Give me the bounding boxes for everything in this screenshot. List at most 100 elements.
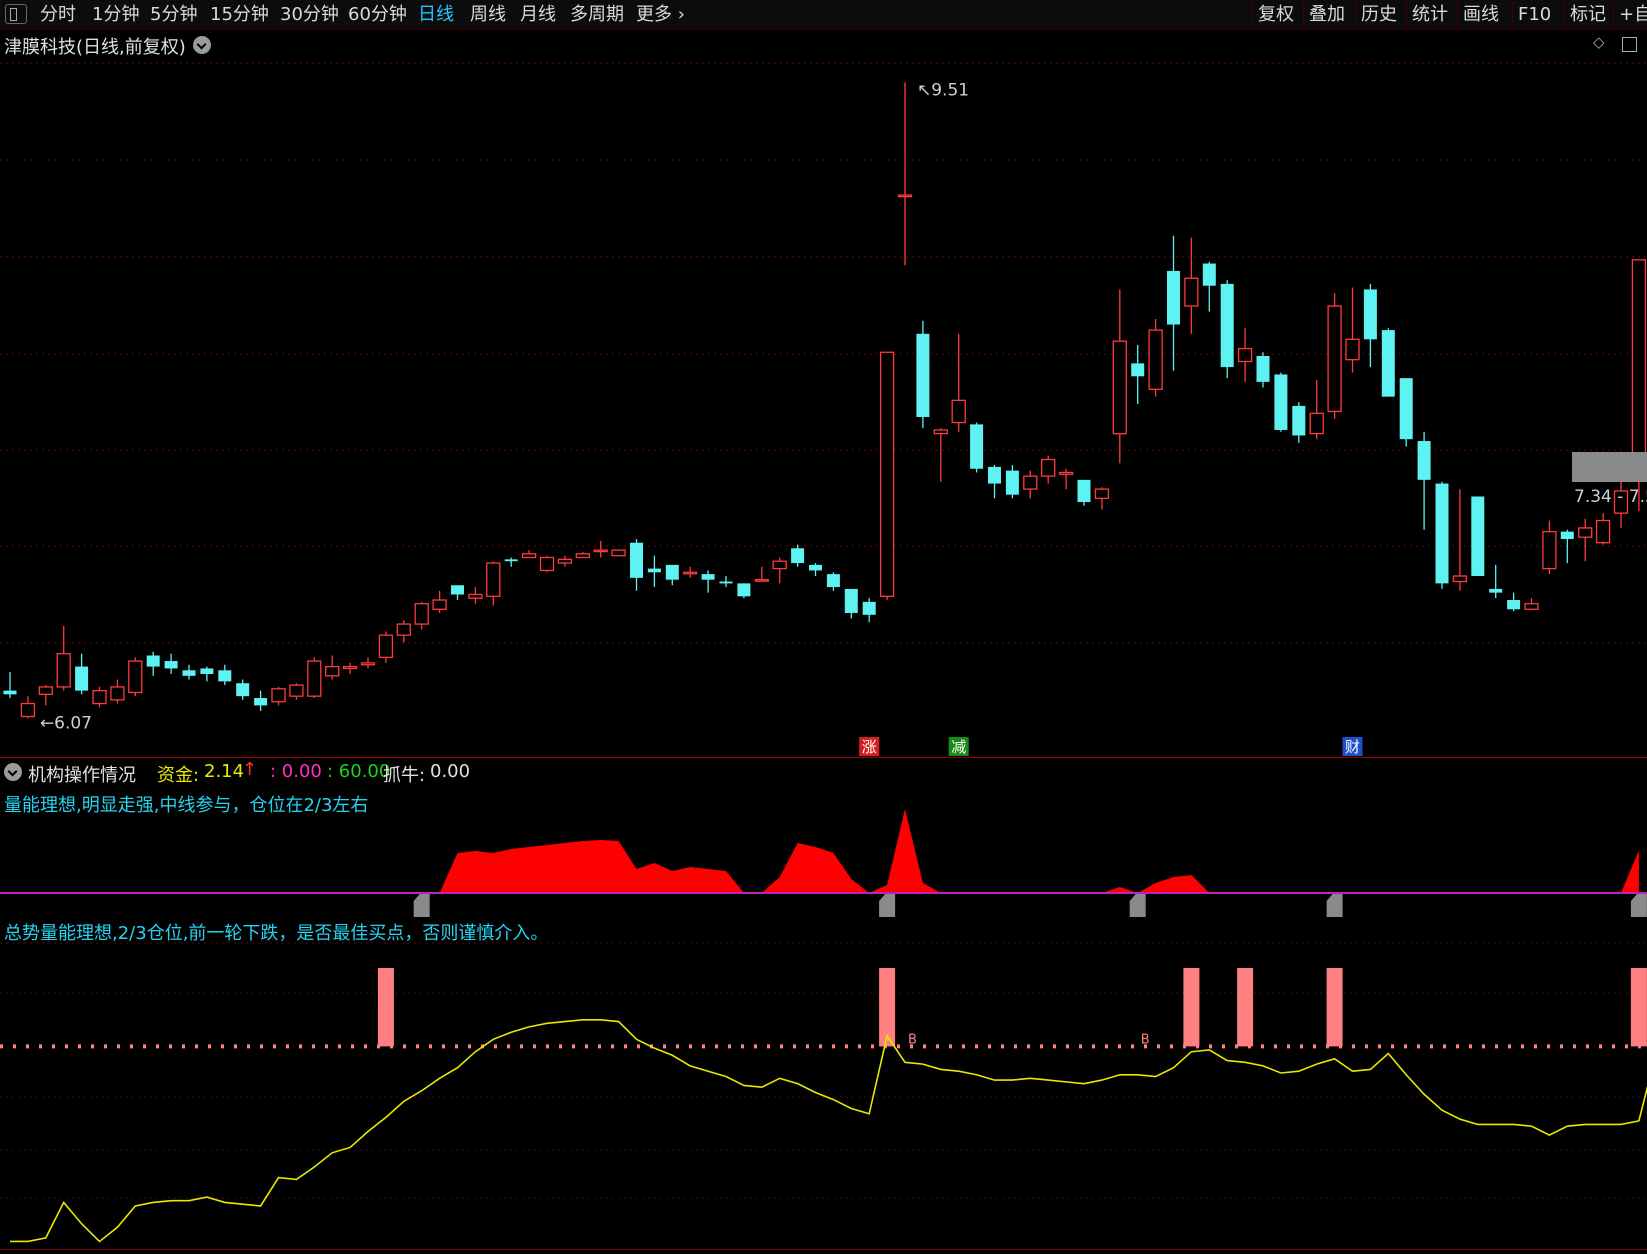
candle-body-up bbox=[754, 579, 769, 582]
indicator-name: 机构操作情况 bbox=[28, 765, 136, 786]
candle-body-down bbox=[164, 661, 178, 669]
candle-body-up bbox=[1237, 347, 1253, 363]
up-arrow-icon: ↑ bbox=[242, 759, 258, 780]
zhuaniu-label: 抓牛: bbox=[383, 765, 426, 786]
candle-body-down bbox=[630, 542, 643, 578]
candle-body-up bbox=[1452, 575, 1468, 583]
candle-body-up bbox=[289, 684, 304, 697]
indicator-value-2: : 0.00 bbox=[270, 761, 322, 782]
signal-bar bbox=[1326, 968, 1343, 1047]
candle-body-down bbox=[647, 568, 661, 573]
candle-body-down bbox=[1399, 378, 1413, 440]
candle-body-down bbox=[737, 583, 751, 597]
candle-body-down bbox=[3, 690, 17, 695]
candle-body-down bbox=[862, 601, 876, 615]
candle-body-up bbox=[1023, 475, 1038, 490]
candle-body-down bbox=[701, 574, 715, 580]
candle-body-up bbox=[342, 665, 358, 670]
grey-marker bbox=[1630, 894, 1647, 917]
grey-marker bbox=[1326, 894, 1343, 917]
candle-body-up bbox=[38, 686, 53, 695]
price-range-box bbox=[1572, 452, 1647, 482]
candle-body-down bbox=[844, 588, 858, 613]
candle-body-down bbox=[504, 559, 518, 562]
candle-body-up bbox=[1041, 458, 1056, 477]
candle-body-up bbox=[360, 662, 376, 666]
candle-body-up bbox=[897, 194, 913, 198]
candle-body-up bbox=[575, 553, 590, 559]
bottom-divider bbox=[0, 1249, 1647, 1250]
indicator-text-1: 量能理想,明显走强,中线参与，仓位在2/3左右 bbox=[4, 795, 369, 816]
candle-body-up bbox=[1309, 412, 1324, 435]
indicator-text-2: 总势量能理想,2/3仓位,前一轮下跌，是否最佳买点，否则谨慎介入。 bbox=[4, 923, 549, 944]
candle-body-down bbox=[1167, 270, 1180, 325]
candle-body-up bbox=[307, 660, 322, 697]
candle-body-down bbox=[1489, 588, 1503, 593]
candle-body-down bbox=[1077, 479, 1091, 503]
candle-body-down bbox=[146, 655, 160, 667]
candle-body-up bbox=[486, 562, 501, 597]
candle-body-up bbox=[772, 560, 787, 570]
candle-body-up bbox=[951, 399, 966, 424]
candle-body-down bbox=[1435, 483, 1449, 584]
candle-body-up bbox=[378, 634, 394, 658]
candle-body-up bbox=[1595, 519, 1611, 544]
max-price-label: ↖9.51 bbox=[917, 80, 969, 100]
candle-body-down bbox=[826, 574, 840, 588]
candle-body-down bbox=[1417, 441, 1431, 480]
candle-body-up bbox=[92, 689, 107, 705]
candle-body-up bbox=[1112, 340, 1127, 435]
candle-body-down bbox=[791, 548, 805, 564]
candle-body-down bbox=[1363, 289, 1377, 340]
candle-body-up bbox=[56, 652, 71, 688]
candle-body-up bbox=[1631, 259, 1647, 481]
candle-body-down bbox=[665, 564, 679, 580]
indicator-dropdown-icon[interactable] bbox=[4, 763, 22, 781]
candle-body-down bbox=[200, 668, 214, 674]
candle-body-up bbox=[110, 686, 125, 701]
buy-signal-label: B bbox=[908, 1032, 917, 1047]
candle-body-up bbox=[1327, 305, 1342, 413]
candle-body-down bbox=[719, 581, 733, 584]
candle-body-down bbox=[1256, 355, 1270, 382]
candle-body-up bbox=[611, 549, 626, 557]
candle-body-down bbox=[1507, 600, 1521, 610]
volume-area bbox=[10, 809, 1639, 893]
min-price-label: ←6.07 bbox=[40, 713, 92, 733]
candle-body-down bbox=[1202, 263, 1216, 286]
candle-body-up bbox=[879, 351, 895, 597]
candle-body-down bbox=[970, 424, 984, 469]
candle-body-up bbox=[271, 688, 286, 703]
price-range-label: 7.34 - 7.5 bbox=[1574, 487, 1647, 507]
grey-marker bbox=[413, 894, 430, 917]
candle-body-down bbox=[218, 670, 232, 682]
candle-body-up bbox=[1148, 329, 1163, 390]
candle-body-up bbox=[1184, 277, 1199, 307]
candle-body-down bbox=[1381, 330, 1395, 397]
signal-bar bbox=[1237, 968, 1254, 1047]
candle-body-down bbox=[1471, 496, 1485, 576]
candle-body-up bbox=[468, 593, 483, 599]
candle-body-up bbox=[1542, 530, 1557, 570]
candle-body-up bbox=[521, 553, 537, 559]
candle-body-up bbox=[1345, 338, 1360, 361]
chart-canvas: ↖9.51 ←6.07 7.34 - 7.5 涨 减 财 B B bbox=[0, 62, 1647, 1243]
candle-body-up bbox=[414, 603, 429, 625]
grey-marker bbox=[879, 894, 896, 917]
candle-body-down bbox=[451, 585, 464, 595]
candle-body-down bbox=[809, 564, 822, 571]
panel-divider bbox=[0, 757, 1647, 758]
event-badge-label: 财 bbox=[1345, 738, 1360, 756]
candle-body-down bbox=[1560, 531, 1574, 540]
candle-body-up bbox=[1578, 527, 1593, 538]
candle-body-down bbox=[182, 670, 196, 676]
candle-body-up bbox=[1058, 471, 1074, 475]
candle-body-up bbox=[1094, 488, 1110, 499]
grey-marker bbox=[1129, 894, 1146, 917]
zijin-label: 资金: bbox=[157, 765, 200, 786]
candle-body-up bbox=[432, 599, 447, 610]
candle-body-down bbox=[254, 698, 268, 706]
candle-body-down bbox=[1005, 470, 1019, 495]
zhuaniu-value: 0.00 bbox=[430, 761, 471, 782]
candle-body-up bbox=[539, 556, 555, 572]
